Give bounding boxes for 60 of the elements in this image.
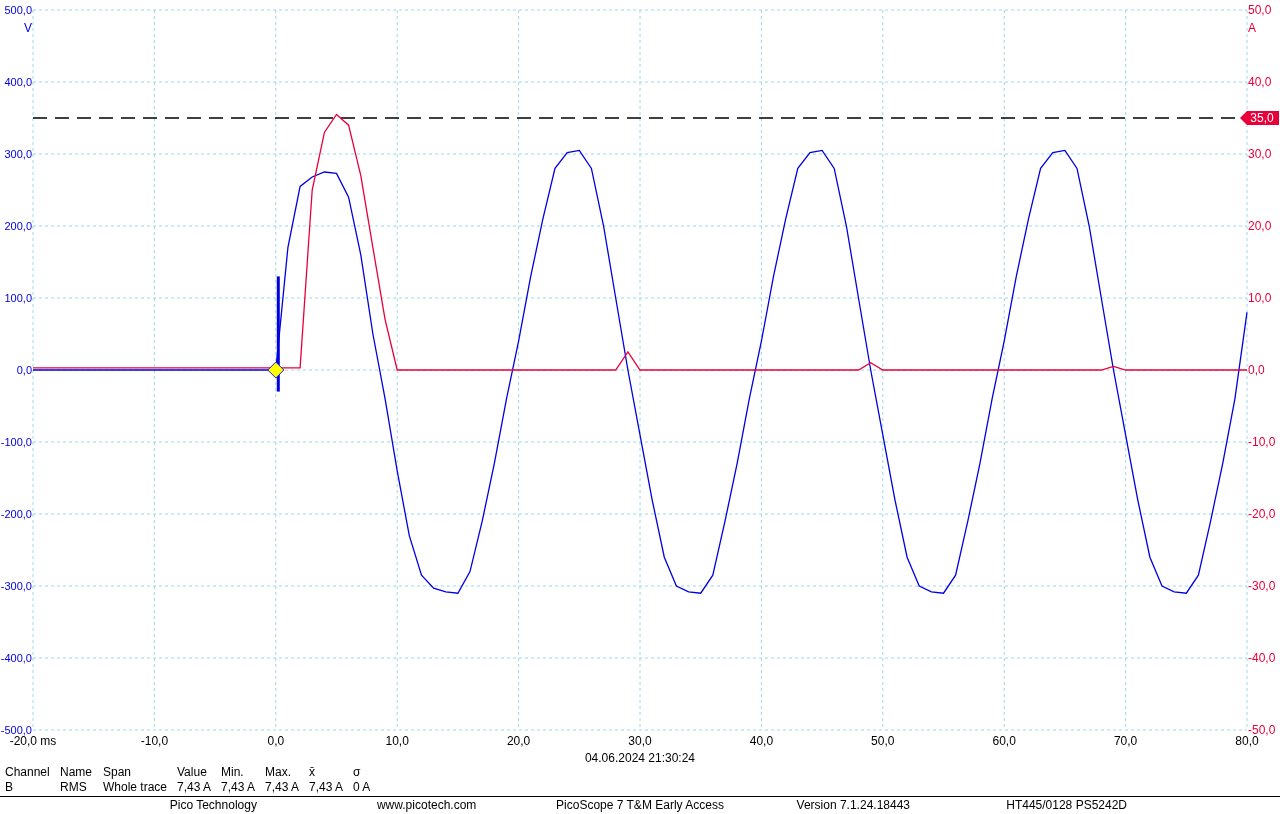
axis-tick-label: -200,0: [0, 508, 32, 520]
axis-tick-label: -10,0: [140, 734, 169, 748]
axis-unit-label: A: [1248, 21, 1256, 35]
axis-tick-label: 0,0: [1248, 363, 1265, 377]
axis-tick-label: -300,0: [0, 580, 32, 592]
axis-tick-label: 500,0: [4, 4, 32, 16]
axis-tick-label: -10,0: [1248, 435, 1276, 449]
axis-tick-label: 100,0: [4, 292, 32, 304]
column-header: σ: [353, 766, 362, 781]
column-header: x̄: [309, 766, 316, 781]
column-header: Value: [177, 766, 208, 781]
axis-tick-label: 20,0: [506, 734, 531, 748]
axis-tick-label: -20,0 ms: [9, 734, 57, 748]
capture-timestamp: 04.06.2024 21:30:24: [583, 750, 697, 766]
status-text: HT445/0128 PS5242D: [1005, 797, 1128, 813]
table-cell-text: Whole trace: [103, 781, 169, 796]
column-header: Max.: [265, 766, 292, 781]
column-header: Name: [60, 766, 93, 781]
axis-tick-label: 40,0: [749, 734, 774, 748]
axis-tick-label: 40,0: [1248, 75, 1272, 89]
axis-tick-label: 0,0: [267, 734, 285, 748]
axis-tick-label: 50,0: [1248, 3, 1272, 17]
ref-line-label: 35,0: [1250, 111, 1274, 125]
axis-tick-label: 10,0: [1248, 291, 1272, 305]
table-cell-text: 7,43 A: [265, 781, 301, 796]
axis-tick-label: 0,0: [16, 364, 32, 376]
axis-tick-label: 30,0: [628, 734, 652, 748]
table-cell-text: RMS: [60, 781, 88, 796]
axis-tick-label: -20,0: [1248, 507, 1276, 521]
status-text: PicoScope 7 T&M Early Access: [555, 797, 725, 813]
level-marker[interactable]: 35,0: [1240, 111, 1279, 125]
axis-tick-label: 50,0: [871, 734, 895, 748]
axis-tick-label: -400,0: [0, 652, 32, 664]
table-cell-text: 7,43 A: [221, 781, 257, 796]
table-cell-text: 7,43 A: [309, 781, 345, 796]
column-header: Min.: [221, 766, 245, 781]
table-cell-text: 7,43 A: [177, 781, 213, 796]
axis-tick-label: 70,0: [1113, 734, 1138, 748]
axis-tick-label: -30,0: [1248, 579, 1276, 593]
axis-tick-label: 20,0: [1248, 219, 1272, 233]
axis-tick-label: 10,0: [385, 734, 409, 748]
table-cell-text: B: [5, 781, 14, 796]
status-text: Version 7.1.24.18443: [795, 797, 911, 813]
column-header: Channel: [5, 766, 51, 781]
axis-tick-label: -40,0: [1248, 651, 1276, 665]
axis-tick-label: 300,0: [4, 148, 32, 160]
axis-tick-label: 80,0: [1235, 734, 1259, 748]
axis-tick-label: 200,0: [4, 220, 32, 232]
axis-tick-label: -50,0: [1248, 723, 1276, 737]
axis-tick-label: 60,0: [992, 734, 1016, 748]
table-cell-text: 0 A: [353, 781, 372, 796]
axis-unit-label: V: [24, 21, 32, 35]
axis-tick-label: -500,0: [0, 724, 32, 736]
column-header: Span: [103, 766, 133, 781]
status-text: www.picotech.com: [375, 797, 478, 813]
axis-tick-label: 400,0: [4, 76, 32, 88]
status-text: Pico Technology: [168, 797, 258, 813]
axis-tick-label: -100,0: [0, 436, 32, 448]
trigger-marker-icon[interactable]: [267, 361, 285, 379]
axis-tick-label: 30,0: [1248, 147, 1272, 161]
